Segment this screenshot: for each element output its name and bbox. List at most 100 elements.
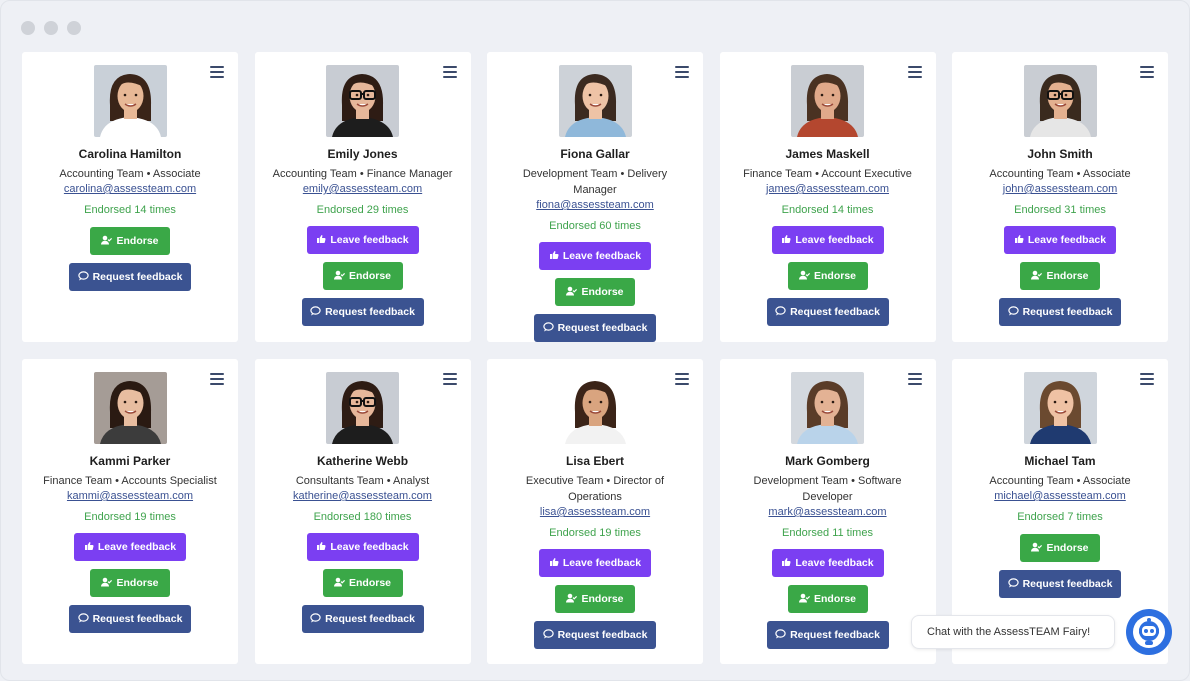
endorse-button[interactable]: Endorse — [90, 569, 170, 597]
button-label: Leave feedback — [330, 234, 409, 246]
person-name: John Smith — [1027, 147, 1093, 161]
person-role: Consultants Team • Analyst — [295, 475, 430, 487]
button-label: Request feedback — [790, 306, 880, 318]
chat-bubble-icon — [542, 629, 554, 641]
button-label: Request feedback — [790, 629, 880, 641]
button-label: Leave feedback — [1027, 234, 1107, 246]
card-actions: Endorse Request feedback — [22, 227, 238, 291]
request-feedback-button[interactable]: Request feedback — [766, 621, 889, 649]
person-card: Fiona Gallar Development Team • Delivery … — [487, 52, 703, 342]
hamburger-menu-icon[interactable] — [907, 373, 922, 385]
request-feedback-button[interactable]: Request feedback — [766, 298, 889, 326]
person-email-link[interactable]: carolina@assessteam.com — [22, 182, 238, 196]
person-role: Accounting Team • Associate — [989, 168, 1131, 180]
button-label: Endorse — [1046, 542, 1089, 554]
hamburger-menu-icon[interactable] — [1140, 66, 1154, 78]
person-email-link[interactable]: mark@assessteam.com — [720, 505, 936, 519]
endorsed-count: Endorsed 31 times — [1014, 204, 1106, 216]
endorse-button[interactable]: Endorse — [90, 227, 170, 255]
user-check-icon — [566, 286, 578, 298]
person-card: Kammi Parker Finance Team • Accounts Spec… — [22, 359, 238, 664]
endorse-button[interactable]: Endorse — [555, 585, 635, 613]
people-grid: Carolina Hamilton Accounting Team • Assoc… — [22, 52, 1168, 664]
endorse-button[interactable]: Endorse — [1020, 534, 1100, 562]
person-email-link[interactable]: james@assessteam.com — [720, 182, 936, 196]
avatar — [791, 372, 864, 444]
endorsed-count: Endorsed 11 times — [782, 527, 873, 539]
person-email-link[interactable]: emily@assessteam.com — [255, 182, 471, 196]
hamburger-menu-icon[interactable] — [675, 373, 689, 385]
card-actions: Leave feedback Endorse Request feedback — [487, 549, 703, 649]
endorse-button[interactable]: Endorse — [555, 278, 635, 306]
button-label: Endorse — [581, 286, 624, 298]
button-label: Request feedback — [92, 271, 183, 283]
leave-feedback-button[interactable]: Leave feedback — [306, 533, 419, 561]
leave-feedback-button[interactable]: Leave feedback — [539, 549, 651, 577]
person-name: Mark Gomberg — [785, 454, 870, 468]
thumbs-up-icon — [549, 557, 559, 569]
person-email-link[interactable]: fiona@assessteam.com — [487, 198, 703, 212]
card-actions: Leave feedback Endorse Request feedback — [952, 226, 1168, 326]
leave-feedback-button[interactable]: Leave feedback — [771, 549, 884, 577]
endorse-button[interactable]: Endorse — [322, 262, 403, 290]
button-label: Request feedback — [1022, 306, 1113, 318]
button-label: Request feedback — [92, 613, 183, 625]
endorsed-count: Endorsed 14 times — [781, 204, 874, 216]
person-email-link[interactable]: lisa@assessteam.com — [487, 505, 703, 519]
chat-bubble-icon — [1007, 578, 1019, 590]
endorse-button[interactable]: Endorse — [1020, 262, 1100, 290]
request-feedback-button[interactable]: Request feedback — [999, 298, 1121, 326]
person-email-link[interactable]: katherine@assessteam.com — [255, 489, 471, 503]
hamburger-menu-icon[interactable] — [442, 373, 457, 385]
window-maximize-dot[interactable] — [67, 21, 81, 35]
request-feedback-button[interactable]: Request feedback — [69, 263, 191, 291]
thumbs-up-icon — [549, 250, 559, 262]
thumbs-up-icon — [316, 541, 326, 553]
avatar — [1023, 65, 1097, 137]
endorse-button[interactable]: Endorse — [322, 569, 403, 597]
button-label: Leave feedback — [330, 541, 409, 553]
hamburger-menu-icon[interactable] — [1140, 373, 1154, 385]
chat-prompt[interactable]: Chat with the AssessTEAM Fairy! — [911, 615, 1115, 649]
request-feedback-button[interactable]: Request feedback — [69, 605, 191, 633]
leave-feedback-button[interactable]: Leave feedback — [74, 533, 186, 561]
hamburger-menu-icon[interactable] — [210, 66, 224, 78]
thumbs-up-icon — [1014, 234, 1024, 246]
chat-bubble-icon — [77, 613, 89, 625]
window-minimize-dot[interactable] — [44, 21, 58, 35]
chat-bubble-icon — [310, 306, 321, 318]
leave-feedback-button[interactable]: Leave feedback — [771, 226, 884, 254]
request-feedback-button[interactable]: Request feedback — [301, 605, 424, 633]
window-close-dot[interactable] — [21, 21, 35, 35]
button-label: Endorse — [116, 235, 159, 247]
avatar — [93, 65, 167, 137]
person-email-link[interactable]: kammi@assessteam.com — [22, 489, 238, 503]
leave-feedback-button[interactable]: Leave feedback — [306, 226, 419, 254]
leave-feedback-button[interactable]: Leave feedback — [539, 242, 651, 270]
hamburger-menu-icon[interactable] — [907, 66, 922, 78]
chat-prompt-label: Chat with the AssessTEAM Fairy! — [927, 626, 1091, 638]
person-email-link[interactable]: john@assessteam.com — [952, 182, 1168, 196]
request-feedback-button[interactable]: Request feedback — [999, 570, 1121, 598]
card-actions: Leave feedback Endorse Request feedback — [487, 242, 703, 342]
person-role: Development Team • Delivery Manager — [522, 168, 668, 196]
hamburger-menu-icon[interactable] — [675, 66, 689, 78]
request-feedback-button[interactable]: Request feedback — [534, 621, 656, 649]
person-card: Katherine Webb Consultants Team • Analyst… — [254, 359, 471, 664]
chat-bubble-icon — [77, 271, 89, 283]
fairy-robot-icon[interactable] — [1126, 609, 1172, 655]
person-email-link[interactable]: michael@assessteam.com — [952, 489, 1168, 503]
card-actions: Leave feedback Endorse Request feedback — [720, 549, 936, 649]
endorse-button[interactable]: Endorse — [787, 262, 868, 290]
user-check-icon — [1031, 542, 1043, 554]
hamburger-menu-icon[interactable] — [442, 66, 457, 78]
person-name: Katherine Webb — [316, 454, 409, 468]
person-card: John Smith Accounting Team • Associate joh… — [952, 52, 1168, 342]
request-feedback-button[interactable]: Request feedback — [301, 298, 424, 326]
thumbs-up-icon — [84, 541, 94, 553]
endorse-button[interactable]: Endorse — [787, 585, 868, 613]
request-feedback-button[interactable]: Request feedback — [534, 314, 656, 342]
leave-feedback-button[interactable]: Leave feedback — [1004, 226, 1116, 254]
hamburger-menu-icon[interactable] — [210, 373, 224, 385]
person-role: Accounting Team • Finance Manager — [272, 168, 453, 180]
